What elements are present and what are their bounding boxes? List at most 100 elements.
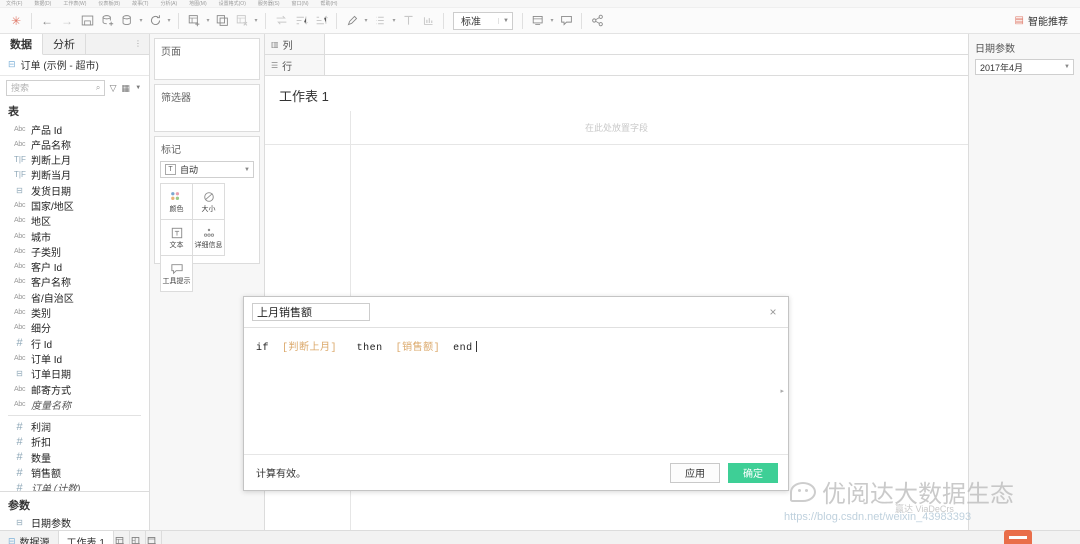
ok-button[interactable]: 确定 <box>728 462 778 483</box>
menu-item-map[interactable]: 地图(M) <box>189 0 207 7</box>
field-item[interactable]: T|F 判断当月 <box>0 167 149 182</box>
chevron-down-icon[interactable]: ▼ <box>133 81 143 95</box>
menu-item-help[interactable]: 帮助(H) <box>321 0 338 7</box>
tab-analytics[interactable]: 分析 <box>43 34 86 54</box>
menu-item-format[interactable]: 设置格式(O) <box>219 0 246 7</box>
field-item[interactable]: Abc 订单 Id <box>0 351 149 366</box>
menu-bar[interactable]: 文件(F) 数据(D) 工作表(W) 仪表板(B) 故事(T) 分析(A) 地图… <box>0 0 1080 8</box>
filter-icon[interactable]: ▽ <box>108 81 118 95</box>
measure-item[interactable]: # 订单 (计数) <box>0 480 149 491</box>
back-button[interactable]: ← <box>37 11 57 31</box>
sort-ascending-icon[interactable] <box>291 11 311 31</box>
show-labels-icon[interactable] <box>398 11 418 31</box>
menu-item-worksheet[interactable]: 工作表(W) <box>63 0 86 7</box>
tooltip-icon[interactable] <box>556 11 576 31</box>
connect-icon[interactable] <box>117 11 137 31</box>
field-item[interactable]: ⊟ 发货日期 <box>0 183 149 198</box>
menu-item-analysis[interactable]: 分析(A) <box>160 0 177 7</box>
field-item[interactable]: # 行 Id <box>0 336 149 351</box>
forward-button[interactable]: → <box>57 11 77 31</box>
fix-axes-icon[interactable] <box>418 11 438 31</box>
mark-type-select[interactable]: T 自动 ▼ <box>160 161 254 178</box>
field-item[interactable]: Abc 地区 <box>0 213 149 228</box>
menu-item-story[interactable]: 故事(T) <box>132 0 148 7</box>
highlight-caret-icon[interactable]: ▾ <box>362 17 370 24</box>
field-item[interactable]: Abc 城市 <box>0 228 149 244</box>
share-icon[interactable] <box>587 11 607 31</box>
connect-caret-icon[interactable]: ▾ <box>137 17 145 24</box>
presentation-mode-icon[interactable] <box>528 11 548 31</box>
calc-formula-text[interactable]: if [判断上月] then [销售额] end <box>244 328 788 354</box>
menu-item-window[interactable]: 窗口(N) <box>292 0 309 7</box>
new-story-icon[interactable] <box>146 531 162 544</box>
save-icon[interactable] <box>77 11 97 31</box>
menu-item-data[interactable]: 数据(D) <box>34 0 51 7</box>
sort-descending-icon[interactable] <box>311 11 331 31</box>
field-item[interactable]: ⊟ 订单日期 <box>0 366 149 381</box>
new-worksheet-icon[interactable] <box>114 531 130 544</box>
measure-item[interactable]: # 数量 <box>0 450 149 465</box>
marks-tooltip-button[interactable]: 工具提示 <box>160 255 193 292</box>
pages-card[interactable]: 页面 <box>154 38 260 80</box>
data-source-tab[interactable]: ⊟ 数据源 <box>0 531 59 544</box>
field-item[interactable]: Abc 客户 Id <box>0 259 149 274</box>
field-item[interactable]: Abc 省/自治区 <box>0 290 149 305</box>
sheet-tab[interactable]: 工作表 1 <box>58 531 114 544</box>
fit-select[interactable]: 标准 ▼ <box>453 11 513 30</box>
group-caret-icon[interactable]: ▾ <box>390 17 398 24</box>
new-sheet-caret-icon[interactable]: ▾ <box>204 17 212 24</box>
measure-item[interactable]: # 折扣 <box>0 434 149 450</box>
duplicate-sheet-icon[interactable] <box>212 11 232 31</box>
highlight-icon[interactable] <box>342 11 362 31</box>
measure-item[interactable]: # 利润 <box>0 419 149 435</box>
menu-item-dashboard[interactable]: 仪表板(B) <box>98 0 120 7</box>
field-item[interactable]: Abc 细分 <box>0 320 149 335</box>
filters-card[interactable]: 筛选器 <box>154 84 260 132</box>
refresh-icon[interactable] <box>145 11 165 31</box>
data-source-row[interactable]: ⊟ 订单 (示例 - 超市) <box>0 55 149 76</box>
field-item[interactable]: Abc 类别 <box>0 305 149 320</box>
rows-drop-zone[interactable] <box>325 55 968 75</box>
refresh-caret-icon[interactable]: ▾ <box>165 17 173 24</box>
tab-data[interactable]: 数据 <box>0 34 43 55</box>
menu-item-file[interactable]: 文件(F) <box>6 0 22 7</box>
field-item[interactable]: Abc 国家/地区 <box>0 198 149 213</box>
field-item[interactable]: T|F 判断上月 <box>0 152 149 167</box>
presentation-caret-icon[interactable]: ▾ <box>548 17 556 24</box>
marks-color-button[interactable]: 颜色 <box>160 183 193 220</box>
close-icon[interactable]: × <box>764 303 782 321</box>
field-item[interactable]: Abc 邮寄方式 <box>0 381 149 397</box>
new-dashboard-icon[interactable] <box>130 531 146 544</box>
field-item[interactable]: Abc 子类别 <box>0 244 149 259</box>
columns-drop-zone[interactable] <box>325 34 968 54</box>
swap-rows-columns-icon[interactable] <box>271 11 291 31</box>
group-by-icon[interactable]: ▦ <box>121 81 131 95</box>
marks-text-button[interactable]: 文本 <box>160 219 193 256</box>
field-item[interactable]: Abc 产品 Id <box>0 121 149 137</box>
marks-size-button[interactable]: 大小 <box>192 183 225 220</box>
calc-formula-editor[interactable]: if [判断上月] then [销售额] end ▸ <box>244 327 788 454</box>
new-worksheet-icon[interactable] <box>184 11 204 31</box>
calc-name-input[interactable]: 上月销售额 <box>257 304 312 320</box>
columns-shelf[interactable]: ▥ 列 <box>265 34 968 55</box>
expand-functions-icon[interactable]: ▸ <box>780 387 784 395</box>
clear-caret-icon[interactable]: ▾ <box>252 17 260 24</box>
search-input-wrap[interactable]: ⌕ <box>6 80 106 97</box>
parameter-item[interactable]: ⊟ 日期参数 <box>0 515 149 530</box>
apply-button[interactable]: 应用 <box>670 462 720 483</box>
search-input[interactable] <box>11 83 96 94</box>
show-me-button[interactable]: ▤ 智能推荐 <box>1009 11 1074 31</box>
field-item[interactable]: Abc 客户名称 <box>0 274 149 289</box>
new-data-source-icon[interactable] <box>97 11 117 31</box>
marks-detail-button[interactable]: 详细信息 <box>192 219 225 256</box>
tableau-logo-icon[interactable]: ✳ <box>6 11 26 31</box>
field-item[interactable]: Abc 度量名称 <box>0 397 149 412</box>
parameter-control-select[interactable]: 2017年4月 ▼ <box>975 59 1074 75</box>
menu-item-server[interactable]: 服务器(S) <box>258 0 280 7</box>
group-icon[interactable] <box>370 11 390 31</box>
field-item[interactable]: Abc 产品名称 <box>0 137 149 152</box>
calculated-field-dialog[interactable]: 上月销售额 × if [判断上月] then [销售额] end ▸ 计算有效。… <box>243 296 789 491</box>
measure-item[interactable]: # 销售额 <box>0 465 149 481</box>
calc-name-input-wrap[interactable]: 上月销售额 <box>252 303 370 321</box>
clear-sheet-icon[interactable] <box>232 11 252 31</box>
